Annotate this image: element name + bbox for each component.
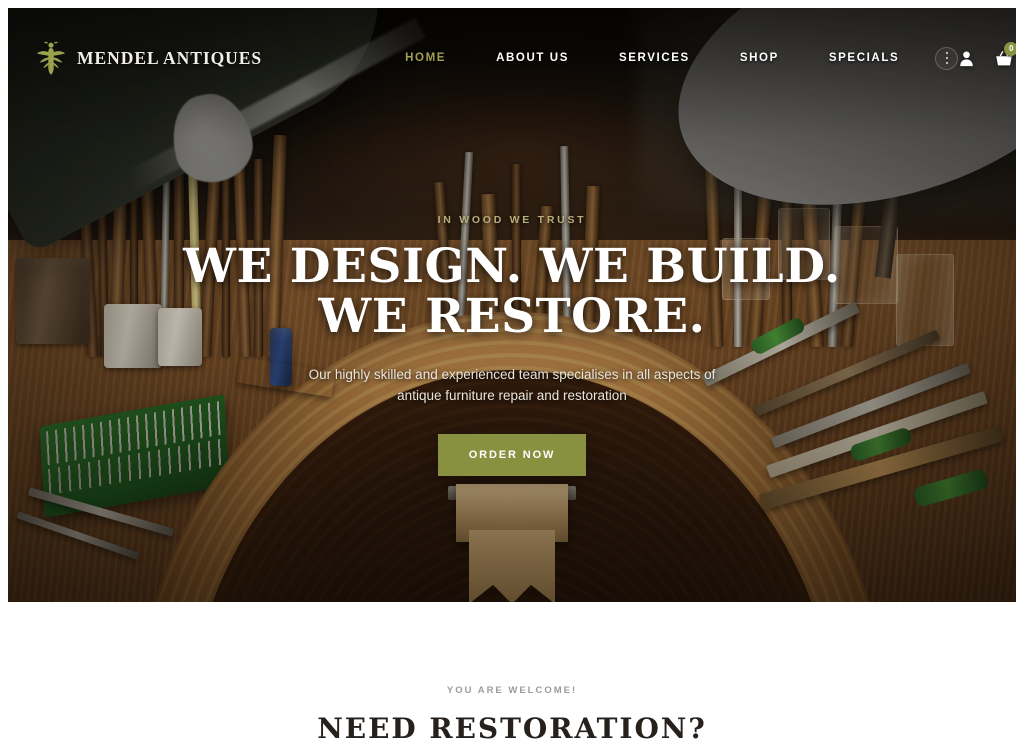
bee-ornament-icon	[36, 41, 66, 75]
welcome-eyebrow: YOU ARE WELCOME!	[446, 685, 578, 696]
nav-item-services[interactable]: SERVICES	[594, 52, 715, 64]
header-icons: 0	[958, 41, 1016, 67]
hero-headline-line-1: WE DESIGN. WE BUILD.	[183, 239, 841, 294]
hero-eyebrow: IN WOOD WE TRUST	[437, 214, 587, 226]
brand-logo[interactable]: MENDEL ANTIQUES	[36, 41, 262, 75]
welcome-title: NEED RESTORATION?	[317, 712, 707, 745]
hero-section: MENDEL ANTIQUES HOME ABOUT US SERVICES S…	[8, 8, 1016, 602]
user-icon[interactable]	[958, 50, 975, 67]
page-root: MENDEL ANTIQUES HOME ABOUT US SERVICES S…	[0, 0, 1024, 745]
hero-headline-line-2: WE RESTORE.	[318, 289, 706, 345]
hero-headline: WE DESIGN. WE BUILD. WE RESTORE.	[8, 239, 1016, 345]
hero-subline-line-1: Our highly skilled and experienced team …	[308, 366, 716, 382]
nav-item-specials[interactable]: SPECIALS	[804, 52, 924, 64]
vertical-dots-icon[interactable]	[935, 46, 959, 70]
brand-name: MENDEL ANTIQUES	[77, 47, 263, 68]
welcome-section: YOU ARE WELCOME! NEED RESTORATION?	[0, 602, 1024, 745]
hero-subline-line-2: antique furniture repair and restoration	[397, 388, 627, 404]
nav-item-about-us[interactable]: ABOUT US	[471, 52, 594, 64]
nav-item-home[interactable]: HOME	[380, 52, 471, 64]
hero-subline: Our highly skilled and experienced team …	[8, 364, 1016, 408]
order-now-button[interactable]: ORDER NOW	[437, 434, 587, 477]
main-navigation: HOME ABOUT US SERVICES SHOP SPECIALS	[380, 46, 959, 70]
nav-item-shop[interactable]: SHOP	[715, 52, 804, 64]
hero-content: IN WOOD WE TRUST WE DESIGN. WE BUILD. WE…	[8, 214, 1016, 477]
site-header: MENDEL ANTIQUES HOME ABOUT US SERVICES S…	[8, 8, 1016, 108]
cart-badge: 0	[1004, 41, 1016, 56]
cart-icon[interactable]: 0	[995, 41, 1016, 67]
